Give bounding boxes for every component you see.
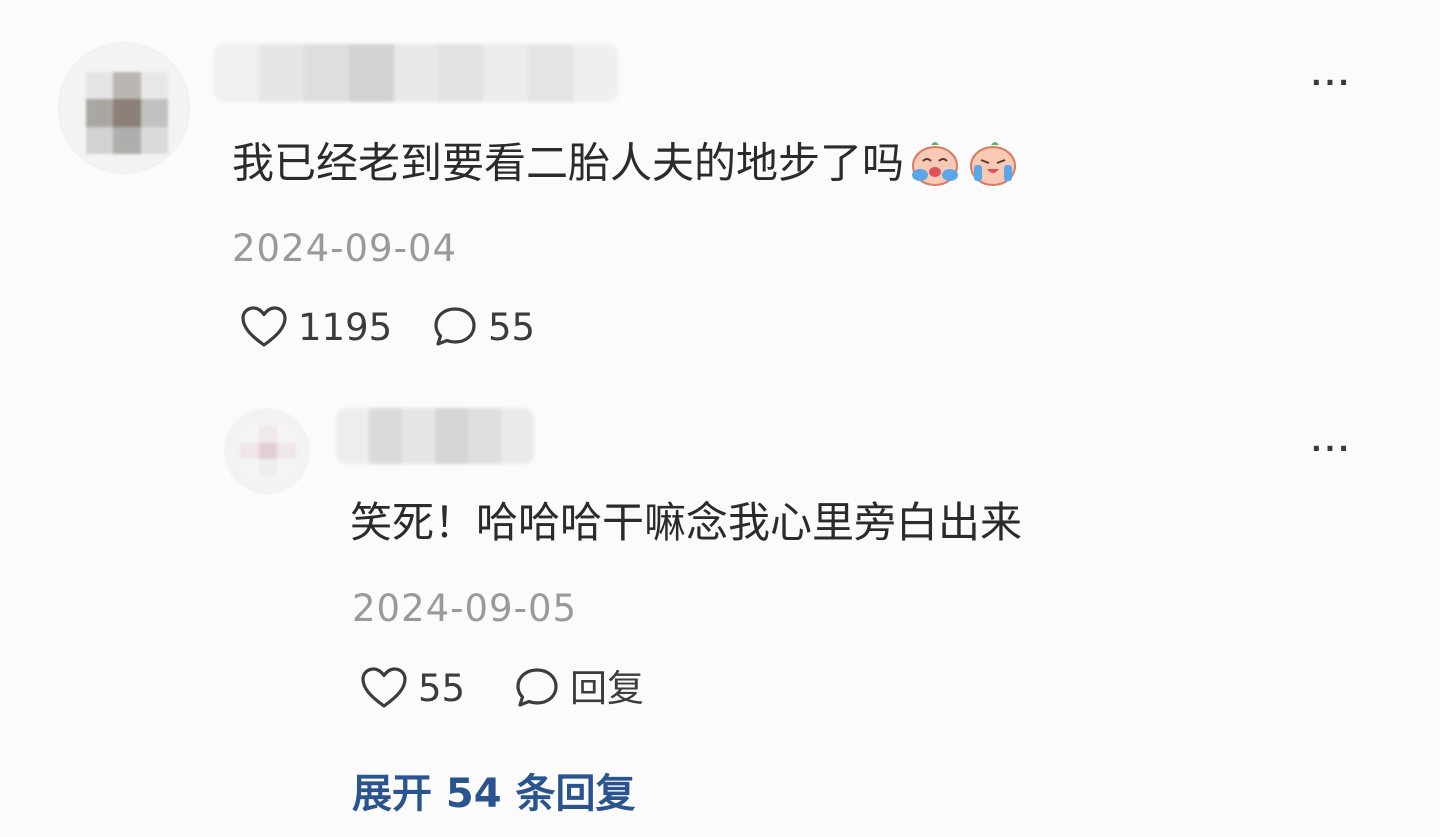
comment-date: 2024-09-04 [232,227,458,270]
reply-button[interactable]: 55 [432,305,535,349]
blurred-avatar-image [86,72,168,154]
reply-like-button[interactable]: 55 [360,666,465,710]
comment-text: 我已经老到要看二胎人夫的地步了吗 [232,139,1020,193]
reply-reply-button[interactable]: 回复 [514,666,644,710]
username-blurred[interactable] [214,44,618,102]
like-count: 1195 [298,305,393,349]
comment-body: 我已经老到要看二胎人夫的地步了吗 [232,138,905,188]
speech-bubble-icon [434,307,476,346]
reply-count: 55 [488,305,536,349]
reply-date: 2024-09-05 [352,587,578,630]
heart-icon [361,667,407,708]
crying-face-emoji [912,142,959,186]
blurred-avatar-image [240,426,296,476]
avatar[interactable] [58,42,190,174]
reply-text: 笑死！哈哈哈干嘛念我心里旁白出来 [350,498,1023,547]
crying-face-emoji [970,142,1017,186]
more-options-icon[interactable]: ... [1311,62,1352,90]
heart-icon [241,306,287,347]
reply-label: 回复 [570,666,644,710]
reply-avatar[interactable] [224,408,310,494]
expand-replies-link[interactable]: 展开 54 条回复 [352,774,636,814]
reply-more-options-icon[interactable]: ... [1311,428,1352,456]
reply-username-blurred[interactable] [336,408,534,464]
speech-bubble-icon [516,668,558,707]
like-button[interactable]: 1195 [240,305,392,349]
reply-like-count: 55 [418,666,466,710]
comment-thread: ... 我已经老到要看二胎人夫的地步了吗 2024-09-04 1195 55 [0,0,1440,837]
